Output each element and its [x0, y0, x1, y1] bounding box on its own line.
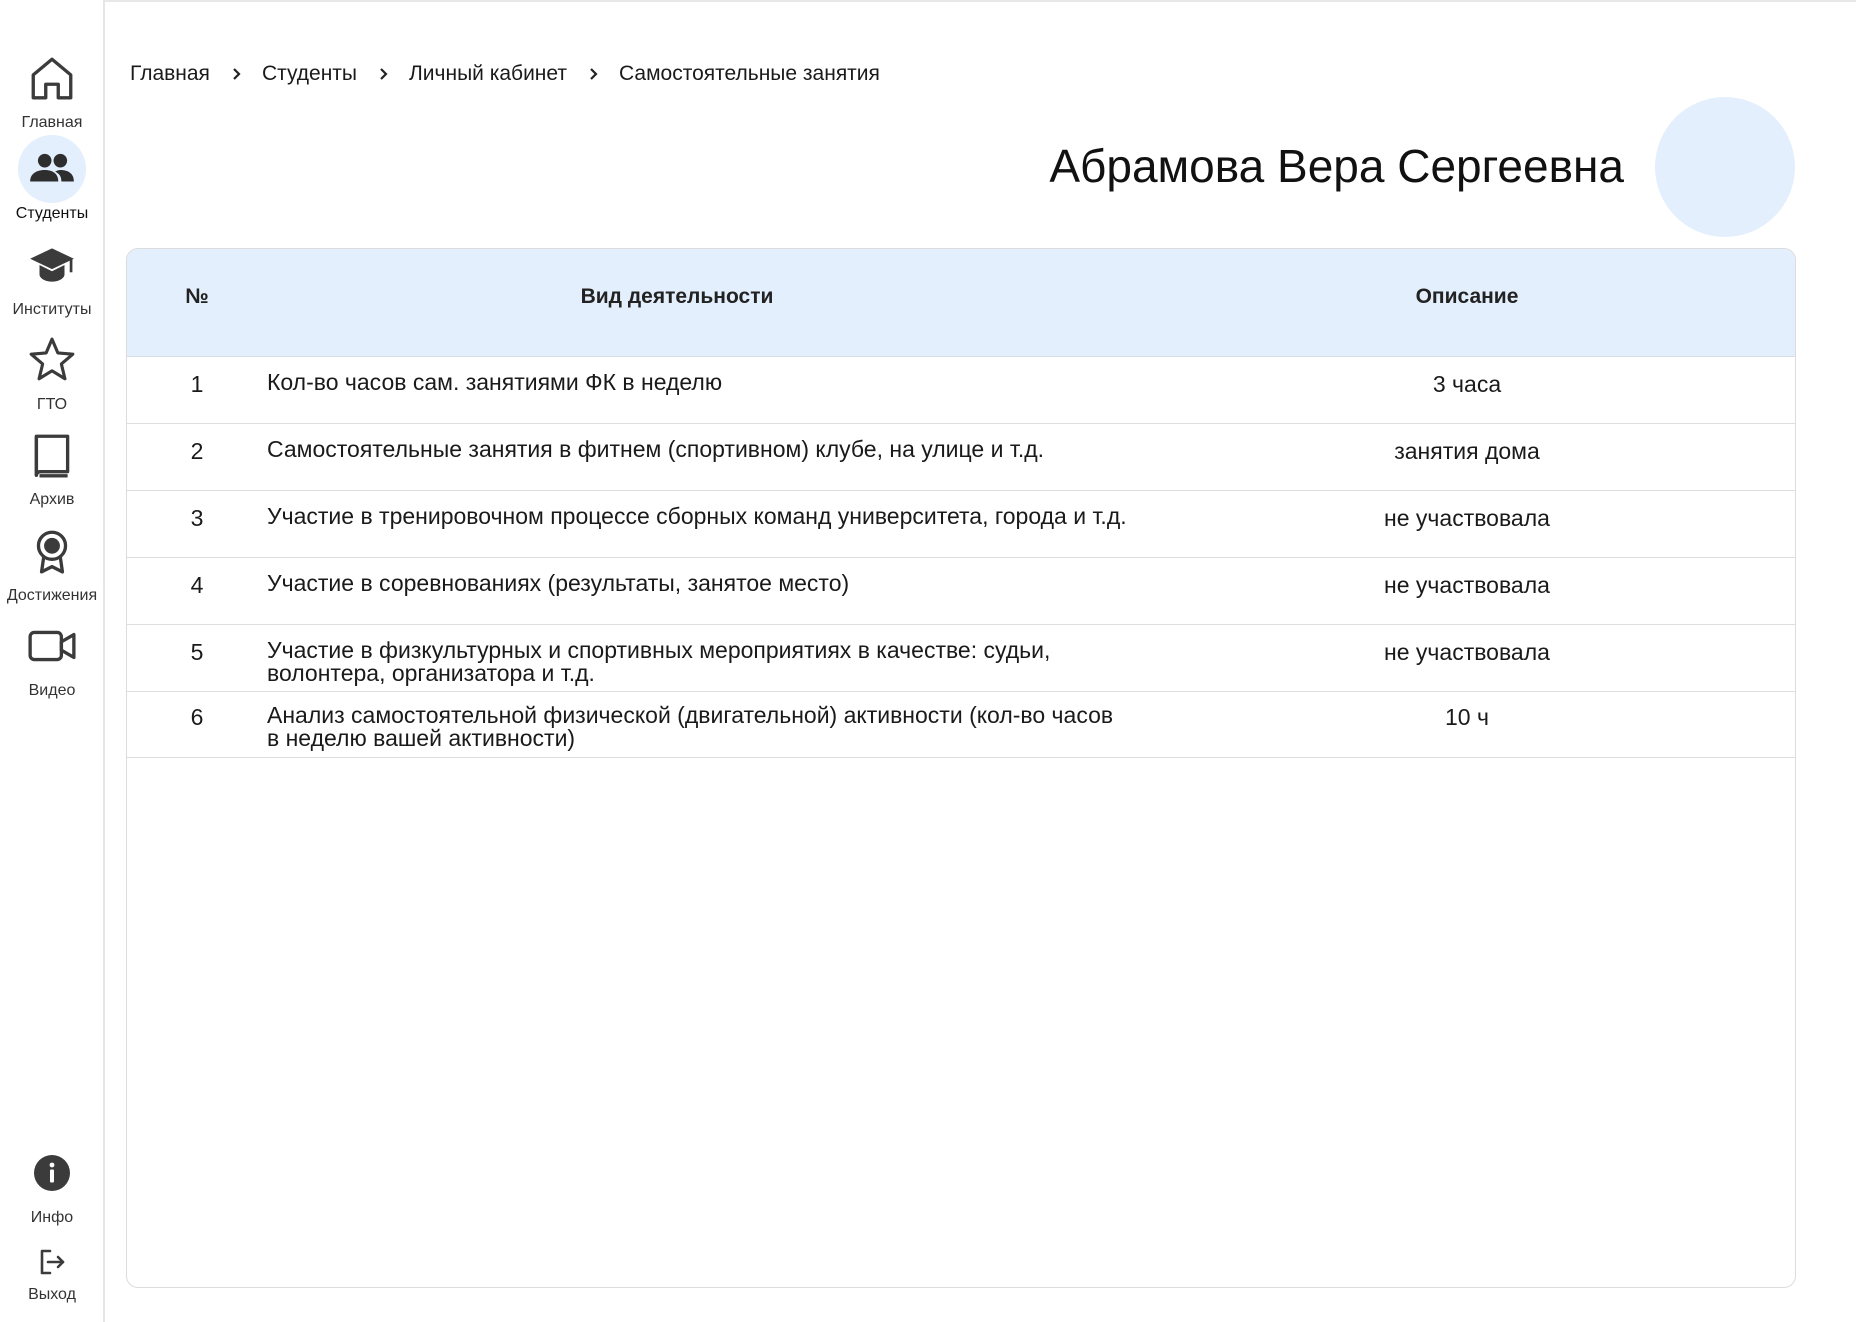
- row-activity: Участие в соревнованиях (результаты, зан…: [267, 570, 850, 596]
- chevron-right-icon: [377, 67, 391, 81]
- row-description: не участвовала: [1384, 572, 1550, 598]
- row-description: не участвовала: [1384, 505, 1550, 531]
- row-number: 5: [190, 639, 204, 665]
- column-header-number: №: [185, 285, 209, 308]
- column-header-activity: Вид деятельности: [580, 285, 774, 308]
- table-row: 6 Анализ самостоятельной физической (дви…: [127, 692, 1795, 758]
- sidebar-item-label: Студенты: [15, 205, 89, 222]
- breadcrumb-profile[interactable]: Личный кабинет: [409, 62, 567, 86]
- row-description: 10 ч: [1445, 704, 1489, 730]
- sidebar-item-students[interactable]: Студенты: [0, 135, 104, 223]
- table-row: 1 Кол-во часов сам. занятиями ФК в недел…: [127, 357, 1795, 424]
- breadcrumb-current: Самостоятельные занятия: [619, 62, 880, 85]
- table-header: № Вид деятельности Описание: [127, 249, 1795, 357]
- avatar: [1655, 97, 1795, 237]
- student-name: Абрамова Вера Сергеевна: [1049, 140, 1624, 192]
- sidebar-item-gto[interactable]: ГТО: [0, 326, 104, 414]
- info-icon: [18, 1139, 86, 1207]
- video-camera-icon: [18, 612, 86, 680]
- logout-icon: [18, 1240, 86, 1284]
- table-row: 2 Самостоятельные занятия в фитнем (спор…: [127, 424, 1795, 491]
- breadcrumb-home[interactable]: Главная: [130, 62, 210, 86]
- sidebar-item-label: Видео: [28, 682, 76, 699]
- row-description: занятия дома: [1394, 438, 1540, 464]
- sidebar-item-archive[interactable]: Архив: [0, 421, 104, 509]
- people-icon: [18, 135, 86, 203]
- table-row: 4 Участие в соревнованиях (результаты, з…: [127, 558, 1795, 625]
- star-icon: [18, 326, 86, 394]
- row-activity: Участие в тренировочном процессе сборных…: [267, 503, 1127, 529]
- row-number: 4: [190, 572, 204, 598]
- row-description: не участвовала: [1384, 639, 1550, 665]
- book-icon: [18, 421, 86, 489]
- sidebar-item-home[interactable]: Главная: [0, 44, 104, 132]
- row-activity: Кол-во часов сам. занятиями ФК в неделю: [267, 369, 723, 395]
- row-activity: Участие в физкультурных и спортивных мер…: [267, 637, 1051, 686]
- column-header-description: Описание: [1415, 285, 1519, 308]
- table-row: 5 Участие в физкультурных и спортивных м…: [127, 625, 1795, 692]
- row-activity: Самостоятельные занятия в фитнем (спорти…: [267, 436, 1045, 462]
- sidebar-item-institutes[interactable]: Институты: [0, 231, 104, 319]
- breadcrumb-students[interactable]: Студенты: [262, 62, 357, 86]
- chevron-right-icon: [587, 67, 601, 81]
- sidebar-item-label: Главная: [21, 114, 83, 131]
- sidebar-item-achievements[interactable]: Достижения: [0, 517, 104, 605]
- breadcrumb: Главная Студенты Личный кабинет Самостоя…: [130, 62, 880, 86]
- sidebar-item-video[interactable]: Видео: [0, 612, 104, 700]
- sidebar-item-logout[interactable]: Выход: [0, 1240, 104, 1304]
- award-icon: [18, 517, 86, 585]
- top-border: [0, 0, 1856, 2]
- row-number: 1: [190, 371, 204, 397]
- table-row: 3 Участие в тренировочном процессе сборн…: [127, 491, 1795, 558]
- sidebar: Главная Студенты Институты ГТО Архив Дос…: [0, 0, 105, 1322]
- sidebar-item-label: ГТО: [36, 396, 68, 413]
- row-activity: Анализ самостоятельной физической (двига…: [267, 702, 1114, 751]
- row-number: 3: [190, 505, 204, 531]
- sidebar-item-label: Выход: [28, 1286, 76, 1303]
- sidebar-item-label: Архив: [29, 491, 75, 508]
- sidebar-item-label: Достижения: [6, 587, 98, 604]
- sidebar-item-info[interactable]: Инфо: [0, 1139, 104, 1227]
- row-description: 3 часа: [1432, 371, 1502, 397]
- home-icon: [18, 44, 86, 112]
- row-number: 2: [190, 438, 204, 464]
- activities-table: № Вид деятельности Описание 1 Кол-во час…: [126, 248, 1796, 1288]
- graduation-cap-icon: [18, 231, 86, 299]
- sidebar-item-label: Инфо: [30, 1209, 74, 1226]
- row-number: 6: [190, 704, 204, 730]
- chevron-right-icon: [230, 67, 244, 81]
- sidebar-item-label: Институты: [12, 301, 92, 318]
